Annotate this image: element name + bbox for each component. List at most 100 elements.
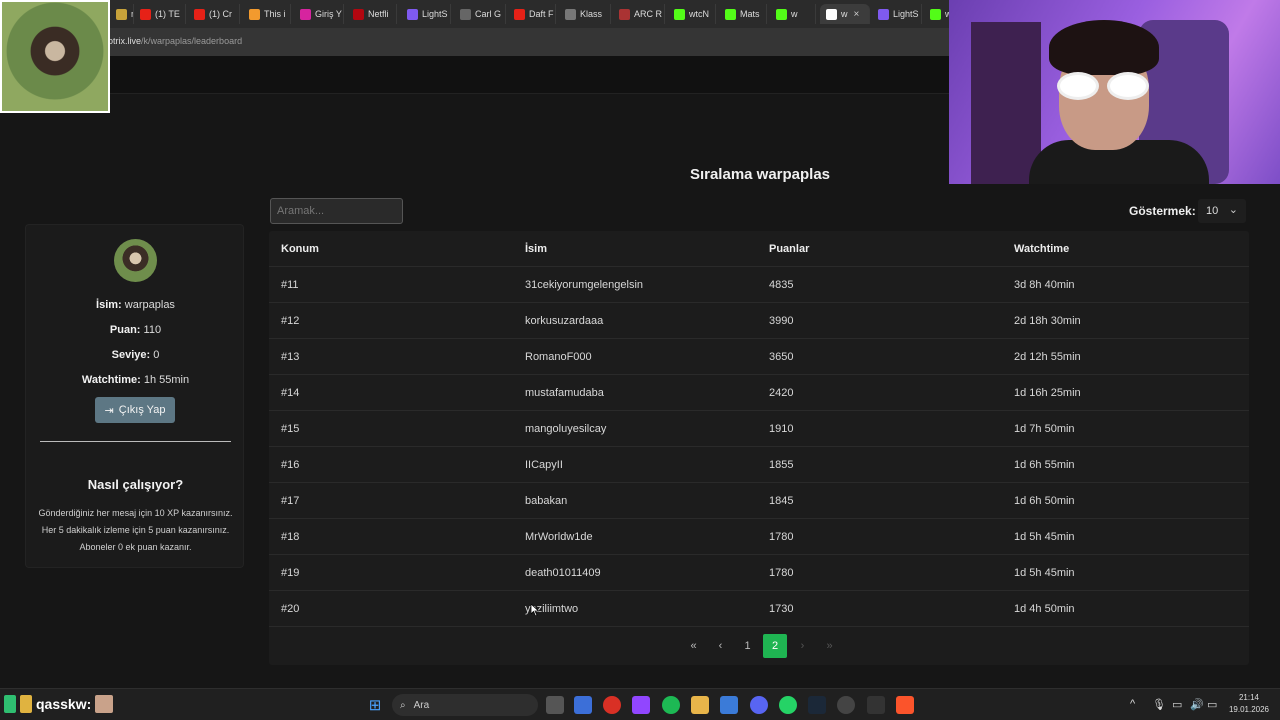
points-cell: 1730 (769, 603, 794, 615)
prev-page-button[interactable]: ‹ (707, 634, 734, 658)
lightshot-icon (407, 8, 418, 20)
browser-tab[interactable]: Giriş Y (294, 4, 344, 24)
points-cell: 1780 (769, 567, 794, 579)
points-cell: 3650 (769, 351, 794, 363)
tab-title: (1) TE (155, 9, 180, 19)
url-text[interactable]: otrix.live/k/warpaplas/leaderboard (108, 36, 242, 46)
browser-tab[interactable]: w (770, 4, 816, 24)
whatsapp-icon[interactable] (779, 696, 797, 714)
lightshot-icon (878, 8, 889, 20)
rank-cell: #15 (281, 423, 300, 435)
system-clock[interactable]: 21:14 19.01.2026 (1224, 692, 1274, 716)
divider (40, 441, 231, 442)
browser-tab[interactable]: Mats (719, 4, 767, 24)
browser-tab[interactable]: (1) TE (134, 4, 186, 24)
microphone-icon[interactable]: 🎙 (1152, 698, 1166, 711)
kick-icon (725, 8, 736, 20)
header-rank[interactable]: Konum (281, 243, 319, 255)
terminal-icon[interactable] (867, 696, 885, 714)
botrix-icon (826, 8, 837, 20)
tab-title: LightS (422, 9, 448, 19)
browser-tab[interactable]: This i (243, 4, 291, 24)
rank-cell: #20 (281, 603, 300, 615)
volume-icon[interactable]: 🔊 (1190, 698, 1204, 711)
steam-icon[interactable] (808, 696, 826, 714)
browser-tab[interactable]: ro (110, 4, 134, 24)
tab-title: LightS (893, 9, 919, 19)
points-cell: 1780 (769, 531, 794, 543)
obs-icon[interactable] (837, 696, 855, 714)
browser-tab[interactable]: Netfli (347, 4, 397, 24)
how-it-works-text: Gönderdiğiniz her mesaj için 10 XP kazan… (36, 505, 235, 556)
instagram-icon (300, 8, 311, 20)
how-it-works-title: Nasıl çalışıyor? (87, 477, 184, 492)
page-size-value: 10 (1206, 205, 1219, 217)
close-tab-icon[interactable]: × (854, 9, 860, 20)
browser-tab[interactable]: LightS (872, 4, 922, 24)
screen: ro (1) TE (1) Cr This i Giriş Y Netfli LightS C… (0, 0, 1280, 720)
tray-chevron-icon[interactable]: ^ (1130, 698, 1135, 710)
header-name[interactable]: İsim (525, 243, 547, 255)
netflix-icon (353, 8, 364, 20)
rank-cell: #12 (281, 315, 300, 327)
browser-tab[interactable]: Klass (559, 4, 611, 24)
page-2-button[interactable]: 2 (763, 634, 787, 658)
logout-button[interactable]: ⇥ Çıkış Yap (95, 397, 175, 423)
discord-icon[interactable] (750, 696, 768, 714)
brave-icon[interactable] (896, 696, 914, 714)
watchtime-cell: 1d 16h 25min (1014, 387, 1081, 399)
header-points[interactable]: Puanlar (769, 243, 809, 255)
browser-tab[interactable]: LightS (401, 4, 451, 24)
first-page-button[interactable]: « (680, 634, 707, 658)
page-size-select[interactable]: 10 ⌄ (1198, 199, 1246, 223)
windows-start-icon[interactable]: ⊞ (366, 696, 384, 714)
network-icon[interactable]: ▭ (1172, 698, 1182, 711)
tab-title: Netfli (368, 9, 389, 19)
points-cell: 2420 (769, 387, 794, 399)
last-page-button[interactable]: » (816, 634, 843, 658)
name-cell: MrWorldw1de (525, 531, 593, 543)
browser-tab[interactable]: ARC R (613, 4, 665, 24)
leaderboard-table: Konum İsim Puanlar Watchtime #11 31cekiyo… (269, 231, 1249, 665)
copilot-icon[interactable] (574, 696, 592, 714)
rank-cell: #16 (281, 459, 300, 471)
watchtime-cell: 1d 4h 50min (1014, 603, 1075, 615)
page-1-button[interactable]: 1 (734, 634, 761, 658)
tab-title: This i (264, 9, 286, 19)
chat-username: qasskw: (36, 696, 92, 712)
rank-cell: #13 (281, 351, 300, 363)
how-line: Gönderdiğiniz her mesaj için 10 XP kazan… (38, 508, 233, 518)
table-row: #12 korkusuzardaaa 3990 2d 18h 30min (269, 303, 1249, 339)
chevron-down-icon: ⌄ (1228, 204, 1238, 216)
browser-tab[interactable]: w × (820, 4, 870, 24)
table-row: #13 RomanoF000 3650 2d 12h 55min (269, 339, 1249, 375)
streamer-webcam-overlay (949, 0, 1280, 184)
chat-overlay: qasskw: (4, 695, 114, 713)
table-row: #19 death01011409 1780 1d 5h 45min (269, 555, 1249, 591)
watchtime-cell: 1d 5h 45min (1014, 531, 1075, 543)
next-page-button[interactable]: › (789, 634, 816, 658)
search-input[interactable] (270, 198, 403, 224)
twitch-icon[interactable] (632, 696, 650, 714)
browser-tab[interactable]: (1) Cr (188, 4, 240, 24)
tab-title: Carl G (475, 9, 502, 19)
app-icon[interactable] (720, 696, 738, 714)
tab-title: Klass (580, 9, 603, 19)
tab-title: Daft F (529, 9, 554, 19)
name-cell: IICapyII (525, 459, 563, 471)
task-view-icon[interactable] (546, 696, 564, 714)
profile-card: İsim: warpaplas Puan: 110 Seviye: 0 Watc… (25, 224, 244, 568)
browser-tab[interactable]: Daft F (508, 4, 556, 24)
browser-tab[interactable]: wtcN (668, 4, 716, 24)
spotify-icon[interactable] (662, 696, 680, 714)
points-cell: 4835 (769, 279, 794, 291)
how-line: Aboneler 0 ek puan kazanır. (79, 542, 192, 552)
header-watchtime[interactable]: Watchtime (1014, 243, 1069, 255)
file-explorer-icon[interactable] (691, 696, 709, 714)
name-cell: korkusuzardaaa (525, 315, 604, 327)
battery-icon[interactable]: ▭ (1207, 698, 1217, 711)
browser-tab[interactable]: Carl G (454, 4, 506, 24)
chrome-icon[interactable] (603, 696, 621, 714)
taskbar-search[interactable]: ⌕ Ara (392, 694, 538, 716)
tab-title: Giriş Y (315, 9, 342, 19)
